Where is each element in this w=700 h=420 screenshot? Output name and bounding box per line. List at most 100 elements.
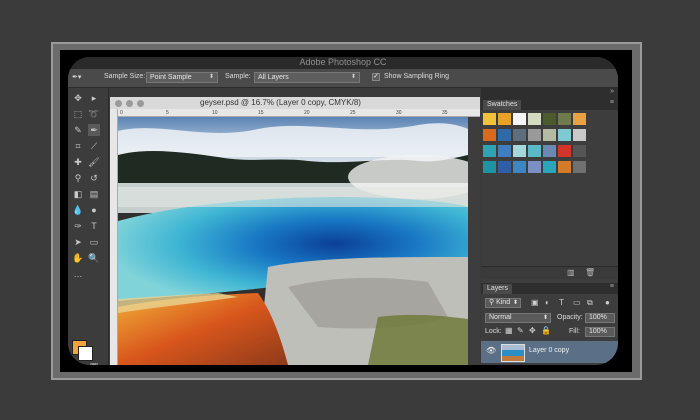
swatch-color[interactable] [543,113,556,125]
swatch-color[interactable] [528,145,541,157]
pen-tool-icon[interactable]: ✑ [72,220,84,232]
gradient-tool-icon[interactable]: ▤ [88,188,100,200]
chevron-down-icon: ⬍ [208,74,214,80]
chevron-down-icon: ⬍ [512,300,518,306]
layer-name: Layer 0 copy [529,347,570,354]
fill-label: Fill: [569,328,580,335]
swatch-color[interactable] [483,129,496,141]
image-canvas[interactable] [118,117,468,365]
swatch-color[interactable] [558,145,571,157]
eye-icon[interactable]: 👁 [486,346,496,355]
swatches-footer: ▥ 🗑 [481,266,618,279]
app-title: Adobe Photoshop CC [68,57,618,69]
swatch-color[interactable] [513,161,526,173]
new-swatch-icon[interactable]: ▥ [567,268,575,277]
path-select-icon[interactable]: ➤ [72,236,84,248]
minimize-window-button[interactable] [126,100,133,107]
filter-smart-object-icon[interactable]: ⧉ [587,298,593,308]
swatches-tabbar: » [481,88,618,99]
swatches-tab[interactable]: Swatches [483,100,522,110]
delete-swatch-icon[interactable]: 🗑 [585,268,595,277]
swatch-color[interactable] [558,129,571,141]
swatch-color[interactable] [573,129,586,141]
swatch-color[interactable] [558,161,571,173]
swatch-color[interactable] [513,113,526,125]
lock-transparent-icon[interactable]: ▦ [505,326,513,335]
dodge-tool-icon[interactable]: ● [88,204,100,216]
screen-mode-icon[interactable]: ▣ [88,360,100,365]
filter-shape-icon[interactable]: ▭ [573,298,581,307]
swatch-color[interactable] [483,161,496,173]
swatch-color[interactable] [573,145,586,157]
move-tool-icon[interactable]: ✥ [72,92,84,104]
clone-stamp-icon[interactable]: ⚲ [72,172,84,184]
sample-size-value: Point Sample [150,74,192,81]
eraser-tool-icon[interactable]: ◧ [72,188,84,200]
type-tool-icon[interactable]: T [88,220,100,232]
ruler-tick: 25 [350,110,356,116]
brush-tool-icon[interactable]: 🖌 [88,156,100,168]
zoom-window-button[interactable] [137,100,144,107]
collapse-icon[interactable]: » [610,88,614,95]
blend-mode-value: Normal [489,314,512,321]
background-color-swatch[interactable] [78,346,93,361]
blur-tool-icon[interactable]: 💧 [72,204,84,216]
swatch-color[interactable] [498,129,511,141]
artboard-tool-icon[interactable]: ▸ [88,92,100,104]
fill-value: 100% [589,328,607,335]
vertical-scrollbar[interactable] [468,117,480,365]
swatch-color[interactable] [513,129,526,141]
swatch-color[interactable] [513,145,526,157]
filter-pixel-icon[interactable]: ▣ [531,298,539,307]
vertical-ruler [110,109,118,365]
swatch-color[interactable] [528,113,541,125]
healing-brush-icon[interactable]: ✚ [72,156,84,168]
swatch-color[interactable] [543,145,556,157]
close-window-button[interactable] [115,100,122,107]
eyedropper-icon[interactable]: ✒▾ [72,73,81,81]
layer-row[interactable]: 👁 Layer 0 copy [481,341,618,363]
swatch-color[interactable] [483,113,496,125]
document-tab[interactable]: geyser.psd @ 16.7% (Layer 0 copy, CMYK/8… [110,97,480,109]
history-brush-icon[interactable]: ↺ [88,172,100,184]
layers-tab[interactable]: Layers [483,284,513,294]
lock-all-icon[interactable]: 🔒 [541,326,551,335]
lock-pixels-icon[interactable]: ✎ [517,326,524,335]
opacity-input[interactable]: 100% [585,313,615,323]
swatch-color[interactable] [498,161,511,173]
marquee-tool-icon[interactable]: ⬚ [72,108,84,120]
lock-position-icon[interactable]: ✥ [529,326,536,335]
panel-menu-icon[interactable]: ≡ [610,283,614,290]
swatch-color[interactable] [543,161,556,173]
swatch-color[interactable] [483,145,496,157]
swatch-color[interactable] [498,113,511,125]
ruler-tool-icon[interactable]: ⟋ [88,140,100,152]
opacity-label: Opacity: [557,314,583,321]
zoom-tool-icon[interactable]: 🔍 [88,252,100,264]
swatch-color[interactable] [573,113,586,125]
eyedropper-tool-icon[interactable]: ✒ [88,124,100,136]
blend-mode-select[interactable]: Normal ⬍ [485,313,551,323]
sample-select[interactable]: All Layers ⬍ [254,72,360,83]
swatch-color[interactable] [528,129,541,141]
filter-type-icon[interactable]: T [559,298,564,307]
layer-filter-select[interactable]: ⚲ Kind ⬍ [485,298,521,308]
quick-mask-icon[interactable]: ◩ [72,360,84,365]
swatch-color[interactable] [528,161,541,173]
sample-size-select[interactable]: Point Sample ⬍ [146,72,218,83]
crop-tool-icon[interactable]: ⌗ [72,140,84,152]
show-sampling-ring-checkbox[interactable]: ✓ [372,73,380,81]
shape-tool-icon[interactable]: ▭ [88,236,100,248]
swatch-color[interactable] [498,145,511,157]
quick-select-tool-icon[interactable]: ✎ [72,124,84,136]
filter-toggle-icon[interactable]: ● [605,298,610,307]
lasso-tool-icon[interactable]: ➰ [88,108,100,120]
panel-menu-icon[interactable]: ≡ [610,99,614,106]
filter-adjustment-icon[interactable]: ◐ [545,298,550,307]
more-tools-icon[interactable]: … [72,268,84,280]
fill-input[interactable]: 100% [585,327,615,337]
swatch-color[interactable] [543,129,556,141]
swatch-color[interactable] [573,161,586,173]
swatch-color[interactable] [558,113,571,125]
hand-tool-icon[interactable]: ✋ [72,252,84,264]
